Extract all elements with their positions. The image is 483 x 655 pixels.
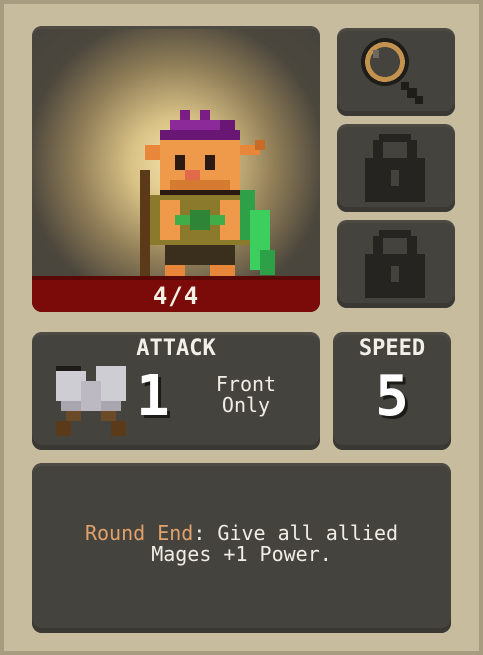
attack-value: 1 (136, 364, 170, 429)
speed-panel: SPEED 5 (333, 332, 451, 450)
hero-sprite (140, 110, 280, 300)
locked-slot-2[interactable] (337, 220, 455, 308)
ability-text: Round End: Give all allied Mages +1 Powe… (32, 523, 451, 565)
locked-slot-1[interactable] (337, 124, 455, 212)
attack-target: Front Only (215, 372, 277, 417)
speed-value: 5 (375, 364, 409, 429)
health-bar: 4/4 (32, 276, 320, 312)
lock-icon (365, 230, 425, 298)
unit-portrait[interactable]: 4/4 (32, 26, 320, 312)
attack-heading: ATTACK (136, 336, 216, 361)
health-value: 4/4 (152, 282, 200, 310)
ability-description-line2: Mages +1 Power. (151, 542, 332, 566)
lock-icon (365, 134, 425, 202)
attack-panel: ATTACK 1 Front Only (32, 332, 320, 450)
ability-panel: Round End: Give all allied Mages +1 Powe… (32, 463, 451, 633)
magnifier-icon (361, 38, 423, 104)
unit-card: 4/4 ATTACK 1 Front Only SPEED 5 Round En… (0, 0, 483, 655)
inspect-button[interactable] (337, 28, 455, 116)
speed-heading: SPEED (358, 336, 426, 361)
crossed-swords-icon (56, 366, 126, 436)
